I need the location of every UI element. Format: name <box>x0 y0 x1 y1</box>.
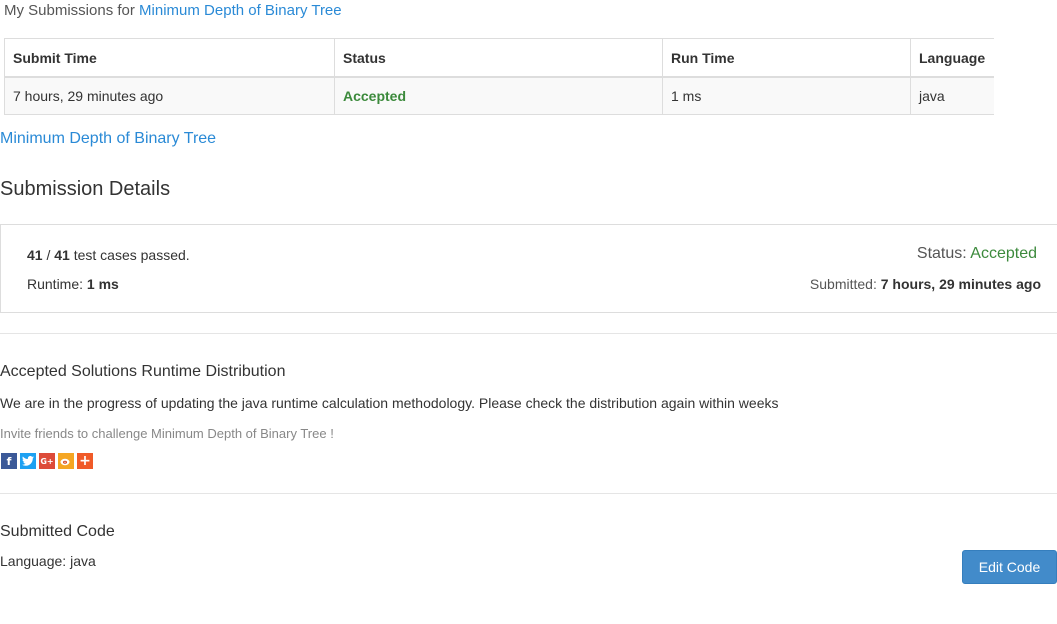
test-cases-summary: 41 / 41 test cases passed. <box>27 247 190 263</box>
invite-text: Invite friends to challenge Minimum Dept… <box>0 426 334 441</box>
cell-submit-time: 7 hours, 29 minutes ago <box>4 77 335 115</box>
header-problem-link[interactable]: Minimum Depth of Binary Tree <box>139 2 342 19</box>
submission-details-box: 41 / 41 test cases passed. Runtime: 1 ms… <box>0 224 1057 313</box>
share-icons: f G+ + <box>1 453 93 469</box>
weibo-icon[interactable] <box>58 453 74 469</box>
status-summary: Status: Accepted <box>917 245 1037 263</box>
submitted-code-title: Submitted Code <box>0 523 115 540</box>
submitted-summary: Submitted: 7 hours, 29 minutes ago <box>810 276 1041 292</box>
cell-run-time: 1 ms <box>662 77 911 115</box>
runtime-value: 1 ms <box>86 276 119 292</box>
header-prefix: My Submissions for <box>4 2 135 19</box>
status-value: Accepted <box>970 245 1037 262</box>
status-accepted-link[interactable]: Accepted <box>343 88 406 104</box>
cell-status[interactable]: Accepted <box>334 77 663 115</box>
status-label: Status: <box>916 245 967 262</box>
more-share-icon[interactable]: + <box>77 453 93 469</box>
distribution-title: Accepted Solutions Runtime Distribution <box>0 363 286 380</box>
code-language-label: Language: <box>0 553 67 569</box>
distribution-note: We are in the progress of updating the j… <box>0 395 779 411</box>
facebook-icon[interactable]: f <box>1 453 17 469</box>
problem-link[interactable]: Minimum Depth of Binary Tree <box>0 130 216 148</box>
twitter-icon[interactable] <box>20 453 36 469</box>
column-run-time[interactable]: Run Time <box>662 38 911 78</box>
passed-suffix: test cases passed. <box>73 247 190 263</box>
column-submit-time[interactable]: Submit Time <box>4 38 335 78</box>
code-language-value: java <box>70 553 96 569</box>
total-count: 41 <box>54 247 70 263</box>
column-status[interactable]: Status <box>334 38 663 78</box>
edit-code-button[interactable]: Edit Code <box>962 550 1057 584</box>
passed-count: 41 <box>27 247 43 263</box>
code-language: Language: java <box>0 553 96 569</box>
table-row[interactable]: 7 hours, 29 minutes ago Accepted 1 ms ja… <box>4 77 994 115</box>
column-language[interactable]: Language <box>910 38 994 78</box>
runtime-summary: Runtime: 1 ms <box>27 276 119 292</box>
divider <box>0 493 1057 494</box>
cell-language: java <box>910 77 994 115</box>
google-plus-icon[interactable]: G+ <box>39 453 55 469</box>
submitted-label: Submitted: <box>809 276 877 292</box>
submitted-value: 7 hours, 29 minutes ago <box>880 276 1041 292</box>
submissions-table: Submit Time Status Run Time Language 7 h… <box>4 38 994 115</box>
submission-details-title: Submission Details <box>0 178 171 200</box>
submissions-header: My Submissions for Minimum Depth of Bina… <box>4 2 342 19</box>
table-header-row: Submit Time Status Run Time Language <box>4 38 994 78</box>
divider <box>0 333 1057 334</box>
runtime-label: Runtime: <box>27 276 84 292</box>
